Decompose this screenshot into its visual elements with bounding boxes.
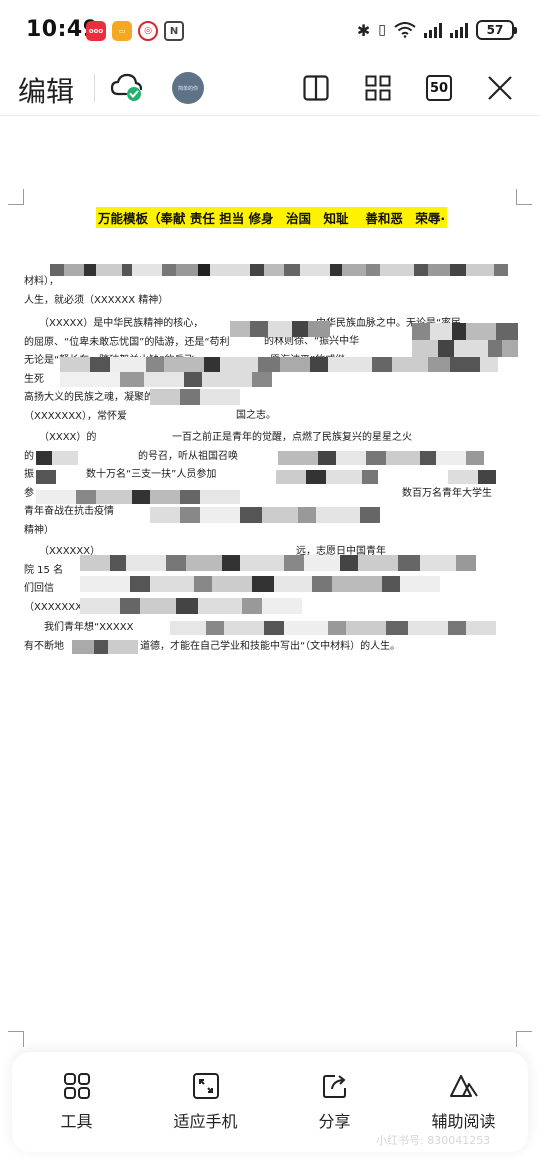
document-page[interactable]: 万能模板（奉献 责任 担当 修身 治国 知耻 善和恶 荣辱· 材料）， 人生，就…	[0, 117, 540, 1052]
paragraph-line: 国之志。	[236, 410, 276, 421]
crop-mark-bottom-right	[516, 1031, 532, 1047]
watermark: 小红书号: 830041253	[376, 1134, 491, 1147]
status-system-icons: ✱ ▯ 57	[356, 20, 517, 40]
zoom-level-button[interactable]: 50	[423, 72, 455, 104]
paragraph-3-fragment: 一百之前正是青年的觉醒，点燃了民族复兴的星星之火	[172, 429, 518, 448]
share-icon	[319, 1070, 351, 1102]
tools-label: 工具	[60, 1112, 93, 1131]
signal-2-icon	[450, 22, 468, 38]
vibrate-icon: ▯	[378, 22, 386, 38]
tools-button[interactable]: 工具	[22, 1070, 132, 1132]
paragraph-line: 道德，才能在自己学业和技能中写出“（文中材料）的人生。	[140, 641, 401, 652]
status-bar: 10:49 ooo ▭ ◎ N ✱ ▯ 57	[0, 0, 540, 60]
nfc-icon: N	[164, 21, 184, 41]
paragraph-2-fragment: 国之志。	[236, 407, 336, 426]
battery-indicator: 57	[476, 20, 517, 40]
app-red-icon: ooo	[86, 21, 106, 41]
redaction-mosaic	[230, 321, 330, 337]
avatar[interactable]: 简单的你	[172, 72, 204, 104]
zoom-level: 50	[426, 75, 452, 101]
redaction-mosaic	[80, 555, 518, 619]
share-button[interactable]: 分享	[280, 1070, 390, 1132]
paragraph-1: 材料）， 人生，就必须（XXXXXX 精神）	[24, 273, 518, 310]
redaction-mosaic	[170, 621, 518, 635]
tools-grid-icon	[61, 1070, 93, 1102]
paragraph-line: 精神）	[24, 524, 54, 536]
app-circle-icon: ◎	[138, 21, 158, 41]
assist-read-button[interactable]: 辅助阅读	[409, 1070, 519, 1132]
close-icon[interactable]	[484, 72, 516, 104]
crop-mark-top-right	[516, 189, 532, 205]
redaction-mosaic	[36, 451, 518, 509]
fit-phone-label: 适应手机	[173, 1112, 238, 1131]
wifi-icon	[394, 22, 416, 38]
document-title-text: 万能模板（奉献 责任 担当 修身 治国 知耻 善和恶 荣辱·	[96, 207, 448, 228]
redaction-mosaic	[150, 507, 400, 523]
fit-screen-icon	[190, 1070, 222, 1102]
crop-mark-bottom-left	[8, 1031, 24, 1047]
status-app-badges: ooo ▭ ◎ N	[86, 21, 184, 41]
bluetooth-icon: ✱	[356, 20, 371, 40]
crop-mark-top-left	[8, 189, 24, 205]
redaction-mosaic	[412, 323, 518, 357]
app-yellow-icon: ▭	[112, 21, 132, 41]
cloud-synced-icon[interactable]	[110, 70, 144, 104]
redaction-mosaic	[50, 264, 518, 276]
fit-phone-button[interactable]: 适应手机	[151, 1070, 261, 1132]
assist-read-label: 辅助阅读	[431, 1112, 496, 1131]
document-title: 万能模板（奉献 责任 担当 修身 治国 知耻 善和恶 荣辱·	[96, 207, 448, 228]
redaction-mosaic	[150, 389, 240, 405]
redaction-mosaic	[60, 357, 518, 387]
assist-read-icon	[448, 1070, 480, 1102]
redaction-mosaic	[72, 640, 138, 654]
split-view-icon[interactable]	[300, 72, 332, 104]
document-toolbar: 编辑 简单的你 50	[0, 60, 540, 116]
signal-1-icon	[424, 22, 442, 38]
paragraph-5-fragment: 道德，才能在自己学业和技能中写出“（文中材料）的人生。	[140, 638, 518, 657]
toolbar-divider	[94, 74, 95, 102]
grid-icon[interactable]	[362, 72, 394, 104]
share-label: 分享	[318, 1112, 351, 1131]
paragraph-line: 一百之前正是青年的觉醒，点燃了民族复兴的星星之火	[172, 432, 412, 443]
paragraph-line: 高扬大义的民族之魂，凝聚的是同心同德	[24, 392, 204, 403]
paragraph-line: 人生，就必须（XXXXXX 精神）	[24, 294, 169, 306]
edit-button[interactable]: 编辑	[18, 70, 74, 110]
